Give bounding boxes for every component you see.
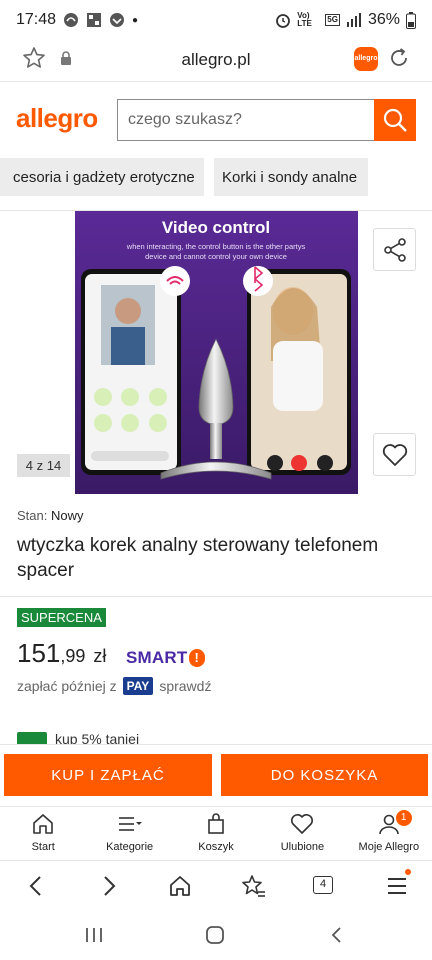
divider bbox=[0, 81, 432, 82]
smart-badge[interactable]: SMART bbox=[126, 648, 206, 668]
heart-icon bbox=[291, 814, 314, 834]
home-button-icon[interactable] bbox=[205, 926, 225, 944]
share-icon bbox=[383, 237, 406, 262]
battery-icon bbox=[406, 11, 416, 29]
search-icon bbox=[383, 108, 407, 132]
home-icon bbox=[33, 814, 54, 834]
share-button[interactable] bbox=[373, 228, 416, 271]
search-button[interactable] bbox=[374, 99, 416, 141]
pay-later[interactable]: zapłać później z PAY sprawdź bbox=[17, 677, 211, 695]
pay-later-link[interactable]: sprawdź bbox=[159, 678, 211, 694]
allegro-logo[interactable]: allegro bbox=[16, 103, 98, 134]
nav-favorites[interactable]: Ulubione bbox=[259, 807, 345, 860]
condition-value: Nowy bbox=[50, 508, 84, 523]
nav-label: Kategorie bbox=[106, 841, 154, 853]
smart-label: SMART bbox=[126, 648, 188, 667]
recent-apps-icon[interactable] bbox=[84, 926, 104, 944]
menu-notification-dot bbox=[405, 869, 411, 875]
nav-cart[interactable]: Koszyk bbox=[173, 807, 259, 860]
condition: Stan: Nowy bbox=[17, 508, 84, 523]
more-notifications-dot: ● bbox=[132, 14, 139, 26]
menu-icon bbox=[118, 817, 142, 831]
browser-address-bar: allegro.pl allegro bbox=[0, 40, 432, 80]
nav-label: Koszyk bbox=[198, 841, 234, 853]
product-image[interactable]: Video control when interacting, the cont… bbox=[75, 211, 358, 494]
svg-text:device and cannot control your: device and cannot control your own devic… bbox=[145, 252, 287, 261]
price-currency: zł bbox=[93, 646, 107, 666]
nav-start[interactable]: Start bbox=[0, 807, 86, 860]
notification-badge: 1 bbox=[395, 810, 412, 826]
search-input[interactable]: czego szukasz? bbox=[117, 99, 374, 141]
buy-now-button[interactable]: KUP I ZAPŁAĆ bbox=[4, 754, 212, 796]
pay-badge: PAY bbox=[122, 677, 154, 695]
favorite-button[interactable] bbox=[373, 433, 416, 476]
app-notification-icon bbox=[87, 13, 102, 27]
home-icon[interactable] bbox=[168, 874, 192, 898]
nav-label: Ulubione bbox=[280, 841, 325, 853]
product-title: wtyczka korek analny sterowany telefonem… bbox=[17, 535, 379, 581]
status-bar: 17:48 ● Vo) LTE 5G 36% bbox=[0, 0, 432, 40]
nav-my-allegro[interactable]: Moje Allegro 1 bbox=[346, 807, 432, 860]
bookmarks-icon[interactable] bbox=[240, 874, 266, 898]
status-time: 17:48 bbox=[16, 11, 57, 28]
add-to-cart-button[interactable]: DO KOSZYKA bbox=[221, 754, 428, 796]
message-icon bbox=[110, 13, 125, 27]
purchase-bar: KUP I ZAPŁAĆ DO KOSZYKA bbox=[0, 744, 432, 806]
battery-percent: 36% bbox=[367, 11, 400, 28]
product-photo: Video control when interacting, the cont… bbox=[75, 211, 358, 494]
search-placeholder: czego szukasz? bbox=[128, 111, 242, 128]
signal-type-label: 5G bbox=[325, 14, 340, 26]
back-button-icon[interactable] bbox=[328, 926, 344, 944]
price-integer: 151 bbox=[17, 638, 61, 668]
signal-icon bbox=[346, 13, 361, 27]
category-chip-accessories[interactable]: cesoria i gadżety erotyczne bbox=[0, 158, 204, 196]
app-bottom-nav: Start Kategorie Koszyk Ulubione Moje All… bbox=[0, 806, 432, 860]
forward-icon[interactable] bbox=[99, 874, 119, 898]
price-decimals: ,99 bbox=[60, 646, 86, 666]
category-chip-plugs[interactable]: Korki i sondy analne bbox=[214, 158, 368, 196]
heart-icon bbox=[382, 443, 407, 466]
condition-label: Stan: bbox=[17, 508, 48, 523]
nav-categories[interactable]: Kategorie bbox=[86, 807, 172, 860]
tabs-button[interactable]: 4 bbox=[313, 876, 333, 894]
notification-icon bbox=[64, 13, 79, 27]
alarm-icon bbox=[276, 14, 291, 28]
supercena-badge: SUPERCENA bbox=[17, 608, 106, 627]
smart-info-icon bbox=[189, 649, 206, 667]
browser-toolbar bbox=[0, 860, 432, 910]
divider bbox=[0, 596, 432, 597]
back-icon[interactable] bbox=[26, 874, 46, 898]
network-label: Vo) LTE bbox=[297, 11, 312, 28]
allegro-extension-icon[interactable]: allegro bbox=[354, 47, 378, 71]
reload-icon[interactable] bbox=[387, 46, 411, 70]
bag-icon bbox=[208, 813, 224, 834]
system-nav-bar bbox=[0, 910, 432, 960]
svg-text:when interacting, the control: when interacting, the control button is … bbox=[126, 242, 306, 251]
nav-label: Moje Allegro bbox=[358, 841, 420, 853]
pay-later-prefix: zapłać później z bbox=[17, 678, 117, 694]
image-heading: Video control bbox=[162, 218, 270, 237]
nav-label: Start bbox=[31, 841, 55, 853]
gallery-counter: 4 z 14 bbox=[17, 454, 70, 477]
price: 151,99 zł bbox=[17, 638, 106, 669]
menu-icon[interactable] bbox=[386, 874, 408, 898]
